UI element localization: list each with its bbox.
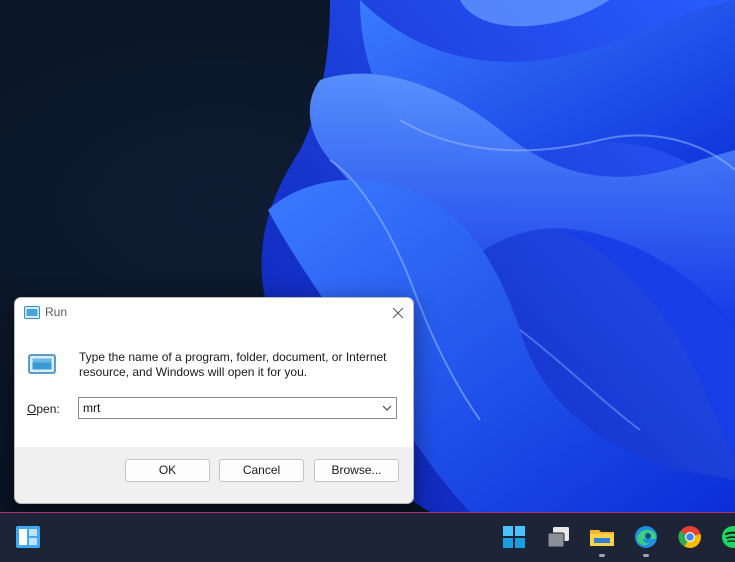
taskbar (0, 512, 735, 562)
chrome-icon[interactable] (676, 523, 704, 551)
open-label-access-key: O (27, 402, 37, 416)
open-combobox[interactable] (78, 397, 397, 419)
cancel-button[interactable]: Cancel (219, 459, 304, 482)
run-dialog: Run Type the name of a program, folder, … (14, 297, 414, 504)
run-program-icon (28, 354, 56, 374)
task-view-icon[interactable] (545, 523, 573, 551)
open-input[interactable] (83, 400, 373, 416)
running-indicator (643, 554, 649, 557)
open-label: Open: (27, 402, 60, 416)
open-label-text: pen: (36, 402, 60, 416)
file-explorer-icon (590, 530, 614, 546)
run-app-icon (24, 306, 40, 319)
close-icon[interactable] (383, 298, 413, 328)
spotify-icon[interactable] (719, 523, 735, 551)
chevron-down-icon[interactable] (381, 403, 393, 413)
start-icon[interactable] (500, 523, 528, 551)
dialog-body: Type the name of a program, folder, docu… (15, 328, 413, 447)
dialog-title: Run (45, 305, 68, 319)
dialog-description: Type the name of a program, folder, docu… (79, 350, 387, 379)
widgets-icon[interactable] (14, 523, 42, 551)
file-explorer-button[interactable] (588, 523, 616, 557)
dialog-titlebar[interactable]: Run (15, 298, 413, 328)
running-indicator (599, 554, 605, 557)
browse-button[interactable]: Browse... (314, 459, 399, 482)
edge-button[interactable] (632, 523, 660, 557)
ok-button[interactable]: OK (125, 459, 210, 482)
edge-icon (635, 526, 657, 548)
